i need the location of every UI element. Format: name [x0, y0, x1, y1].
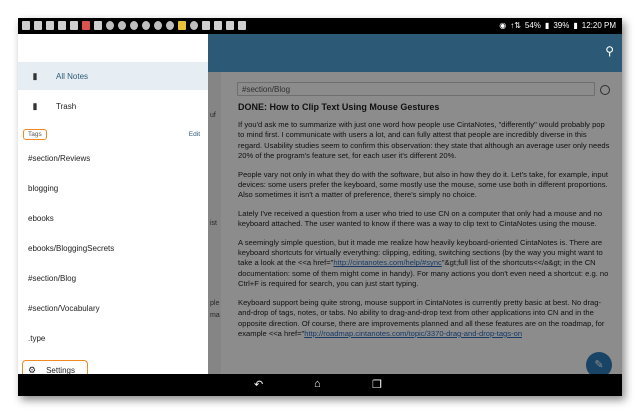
- drawer-item-all-notes[interactable]: ▮ All Notes: [18, 62, 208, 90]
- tags-header: Tags Edit: [18, 127, 208, 145]
- back-icon[interactable]: ↶: [254, 378, 263, 391]
- sync-icon: ↑⇅: [510, 21, 521, 30]
- tag-item[interactable]: #section/Vocabulary: [28, 304, 100, 313]
- battery-primary: 54%: [524, 21, 541, 30]
- wifi-icon: ◉: [499, 21, 507, 30]
- device-screen: ◉ ↑⇅ 54% ▮ 39% ▮ 12:20 PM ⚲ uf ist ple m…: [18, 18, 622, 396]
- tag-item[interactable]: blogging: [28, 184, 58, 193]
- notes-icon: ▮: [32, 70, 38, 81]
- status-bar: ◉ ↑⇅ 54% ▮ 39% ▮ 12:20 PM: [18, 18, 622, 34]
- notification-icons: [22, 21, 246, 30]
- notification-icon: [190, 21, 198, 30]
- drawer-item-label: All Notes: [56, 71, 89, 81]
- notification-icon: [70, 21, 78, 30]
- drawer-item-label: Trash: [56, 101, 77, 111]
- system-nav-bar: ↶ ⌂ ❐: [18, 374, 622, 396]
- notification-icon: [94, 21, 102, 30]
- notification-icon: [82, 21, 90, 30]
- notification-icon: [58, 21, 66, 30]
- notification-icon: [214, 21, 222, 30]
- trash-icon: ▮: [32, 100, 38, 111]
- notification-icon: [226, 21, 234, 30]
- notification-icon: [118, 21, 126, 30]
- search-icon[interactable]: ⚲: [605, 44, 614, 58]
- home-icon[interactable]: ⌂: [314, 378, 321, 390]
- battery-icon: ▮: [544, 21, 550, 30]
- notification-icon: [202, 21, 210, 30]
- clock: 12:20 PM: [581, 21, 616, 30]
- tag-item[interactable]: #section/Reviews: [28, 154, 90, 163]
- notification-icon: [34, 21, 42, 30]
- notification-icon: [178, 21, 186, 30]
- battery-icon: ▮: [573, 21, 578, 30]
- edit-tags-link[interactable]: Edit: [189, 131, 200, 138]
- notification-icon: [130, 21, 138, 30]
- notification-icon: [166, 21, 174, 30]
- drawer-item-trash[interactable]: ▮ Trash: [18, 92, 208, 120]
- notification-icon: [142, 21, 150, 30]
- navigation-drawer: ▮ All Notes ▮ Trash Tags Edit #section/R…: [18, 34, 208, 380]
- notification-icon: [46, 21, 54, 30]
- tag-item[interactable]: .type: [28, 334, 45, 343]
- notification-icon: [22, 21, 30, 30]
- tag-item[interactable]: ebooks/BloggingSecrets: [28, 244, 114, 253]
- battery-secondary: 39%: [553, 21, 570, 30]
- notification-icon: [106, 21, 114, 30]
- tags-label: Tags: [23, 129, 47, 140]
- recents-icon[interactable]: ❐: [372, 378, 382, 391]
- tag-item[interactable]: #section/Blog: [28, 274, 76, 283]
- notification-icon: [154, 21, 162, 30]
- tag-item[interactable]: ebooks: [28, 214, 54, 223]
- status-indicators: ◉ ↑⇅ 54% ▮ 39% ▮ 12:20 PM: [499, 21, 616, 31]
- notification-icon: [238, 21, 246, 30]
